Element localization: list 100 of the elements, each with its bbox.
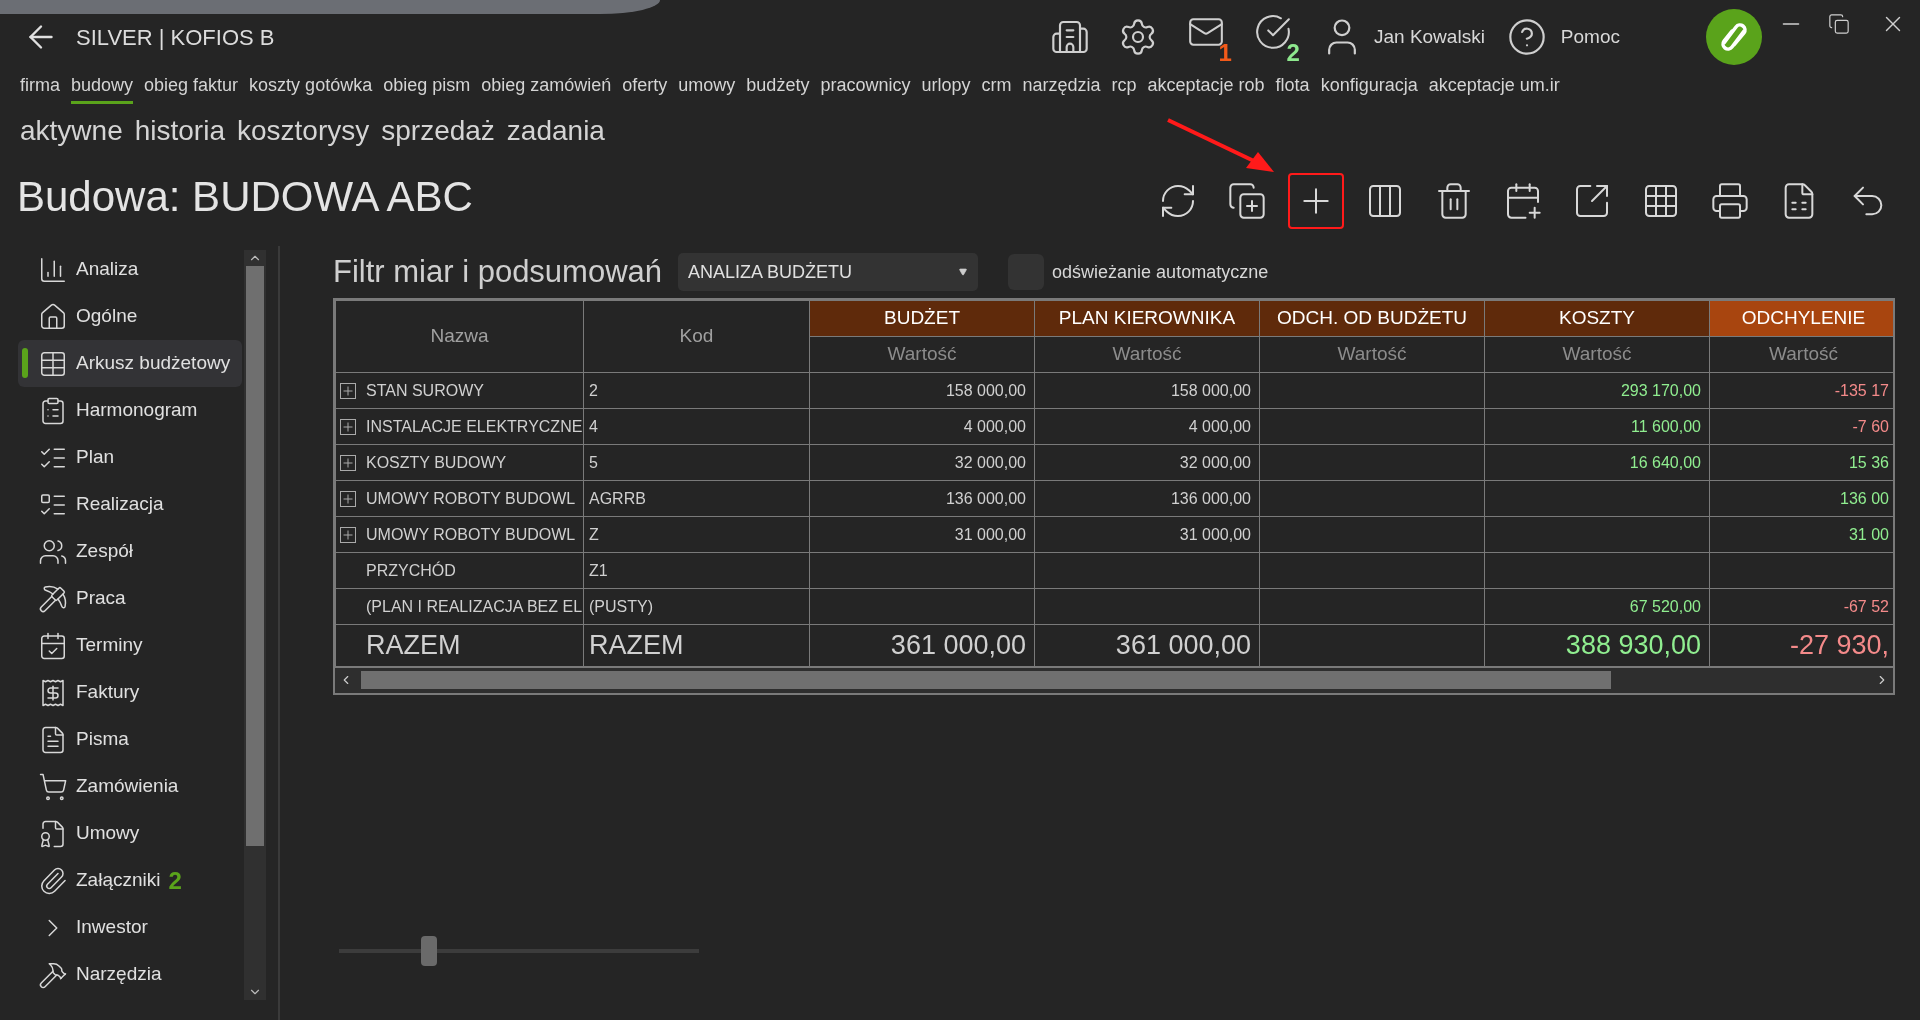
column-header[interactable]: Kod — [583, 300, 810, 373]
sidebar-item[interactable]: Narzędzia — [18, 951, 242, 998]
sidebar-item[interactable]: Zespół — [18, 528, 242, 575]
expand-icon[interactable] — [340, 382, 356, 399]
sidebar-item[interactable]: Arkusz budżetowy — [18, 340, 242, 387]
value-text: 4 000,00 — [1188, 417, 1251, 435]
subnav-item[interactable]: historia — [134, 110, 225, 152]
row-code: 4 — [589, 417, 598, 435]
house-icon — [38, 301, 68, 332]
sidebar-item[interactable]: Praca — [18, 575, 242, 622]
sidebar-label: Harmonogram — [76, 398, 198, 423]
column-header[interactable]: Wartość — [1259, 336, 1485, 373]
expand-icon[interactable] — [340, 454, 356, 471]
mail-count: 1 — [1218, 41, 1232, 65]
vertical-scrollbar[interactable] — [244, 250, 266, 1000]
group-header[interactable]: ODCHYLENIE — [1709, 300, 1893, 337]
row-code: 5 — [589, 453, 598, 471]
value-text: 388 930,00 — [1565, 630, 1701, 660]
menu-item[interactable]: budowy — [71, 72, 134, 104]
subnav-item[interactable]: kosztorysy — [237, 110, 370, 152]
sidebar-item[interactable]: Terminy — [18, 622, 242, 669]
column-header[interactable]: Wartość — [1034, 336, 1260, 373]
expand-icon[interactable] — [340, 418, 356, 435]
expand-icon[interactable] — [340, 526, 356, 543]
zoom-slider[interactable] — [339, 936, 699, 966]
restore-icon[interactable] — [1828, 13, 1850, 35]
total-label: RAZEM — [366, 630, 461, 660]
sidebar-item[interactable]: Harmonogram — [18, 387, 242, 434]
sidebar-label: Plan — [76, 445, 115, 470]
sidebar-item[interactable]: Ogólne — [18, 293, 242, 340]
group-header[interactable]: ODCH. OD BUDŻETU — [1259, 300, 1485, 337]
toolbar-button[interactable] — [1288, 173, 1344, 229]
value-text: -27 930, — [1789, 630, 1889, 660]
sidebar-item[interactable]: Realizacja — [18, 481, 242, 528]
sidebar-label: Faktury — [76, 680, 140, 705]
menu-item[interactable]: obieg faktur — [144, 72, 239, 104]
row-code: 2 — [589, 381, 598, 399]
group-header[interactable]: KOSZTY — [1484, 300, 1710, 337]
value-text: 136 000,00 — [945, 489, 1026, 507]
expand-icon[interactable] — [340, 490, 356, 507]
column-header[interactable]: Wartość — [809, 336, 1035, 373]
row-name: INSTALACJE ELEKTRYCZNE — [366, 416, 583, 437]
menu-item[interactable]: firma — [20, 72, 60, 104]
row-name: PRZYCHÓD — [366, 560, 456, 581]
pickaxe-icon — [38, 583, 68, 614]
menu-item[interactable]: flota — [1275, 72, 1310, 104]
value-text: 158 000,00 — [1170, 381, 1251, 399]
menu-item[interactable]: obieg zamówień — [481, 72, 612, 104]
menu-item[interactable]: pracownicy — [820, 72, 911, 104]
logo-icon — [1706, 9, 1762, 65]
horizontal-scrollbar[interactable] — [335, 666, 1893, 693]
subnav-item[interactable]: sprzedaż — [381, 110, 495, 152]
value-text: 158 000,00 — [945, 381, 1026, 399]
sidebar-item[interactable]: Analiza — [18, 246, 242, 293]
menu-item[interactable]: akceptacje um.ir — [1428, 72, 1560, 104]
sidebar-item[interactable]: Pisma — [18, 716, 242, 763]
user-name[interactable]: Jan Kowalski — [1373, 22, 1485, 52]
slider-thumb[interactable] — [421, 936, 437, 966]
subnav-item[interactable]: zadania — [506, 110, 605, 152]
attachment-count: 2 — [168, 865, 182, 896]
menu-item[interactable]: konfiguracja — [1320, 72, 1418, 104]
group-header[interactable]: PLAN KIEROWNIKA — [1034, 300, 1260, 337]
measure-dropdown[interactable]: ANALIZA BUDŻETU — [678, 253, 979, 291]
help-link[interactable]: Pomoc — [1560, 22, 1620, 52]
menu-item[interactable]: narzędzia — [1022, 72, 1101, 104]
sidebar-label: Załączniki — [76, 868, 161, 893]
sidebar-item[interactable]: Załączniki 2 — [18, 857, 242, 904]
row-code: AGRRB — [589, 489, 646, 507]
sidebar-label: Narzędzia — [76, 962, 162, 987]
row-name: (PLAN I REALIZACJA BEZ EL — [366, 596, 583, 617]
sidebar-item[interactable]: Zamówienia — [18, 763, 242, 810]
menu-item[interactable]: umowy — [678, 72, 736, 104]
app-title: SILVER | KOFIOS B — [76, 23, 275, 52]
sidebar-item[interactable]: Inwestor — [18, 904, 242, 951]
row-name: STAN SUROWY — [366, 380, 484, 401]
help-icon[interactable] — [1506, 17, 1547, 57]
menu-item[interactable]: oferty — [622, 72, 668, 104]
sidebar-item[interactable]: Plan — [18, 434, 242, 481]
group-header[interactable]: BUDŻET — [809, 300, 1035, 337]
menu-item[interactable]: koszty gotówka — [249, 72, 373, 104]
value-text: 31 000,00 — [1179, 525, 1251, 543]
sidebar-item[interactable]: Faktury — [18, 669, 242, 716]
row-code: Z1 — [589, 561, 608, 579]
menu-item[interactable]: akceptacje rob — [1147, 72, 1265, 104]
sidebar-item[interactable]: Umowy — [18, 810, 242, 857]
column-header[interactable]: Wartość — [1484, 336, 1710, 373]
value-text: 361 000,00 — [1115, 630, 1251, 660]
sidebar-label: Realizacja — [76, 492, 164, 517]
sidebar-label: Analiza — [76, 257, 139, 282]
menu-item[interactable]: rcp — [1111, 72, 1137, 104]
sidebar-label: Zamówienia — [76, 774, 179, 799]
menu-item[interactable]: urlopy — [921, 72, 971, 104]
subnav-item[interactable]: aktywne — [20, 110, 123, 152]
menu-item[interactable]: obieg pism — [383, 72, 471, 104]
value-text: 361 000,00 — [890, 630, 1026, 660]
value-text: -135 17 — [1834, 381, 1889, 399]
menu-item[interactable]: crm — [981, 72, 1012, 104]
menu-item[interactable]: budżety — [746, 72, 810, 104]
value-text: 15 36 — [1848, 453, 1889, 471]
column-header[interactable]: Nazwa — [335, 300, 584, 373]
